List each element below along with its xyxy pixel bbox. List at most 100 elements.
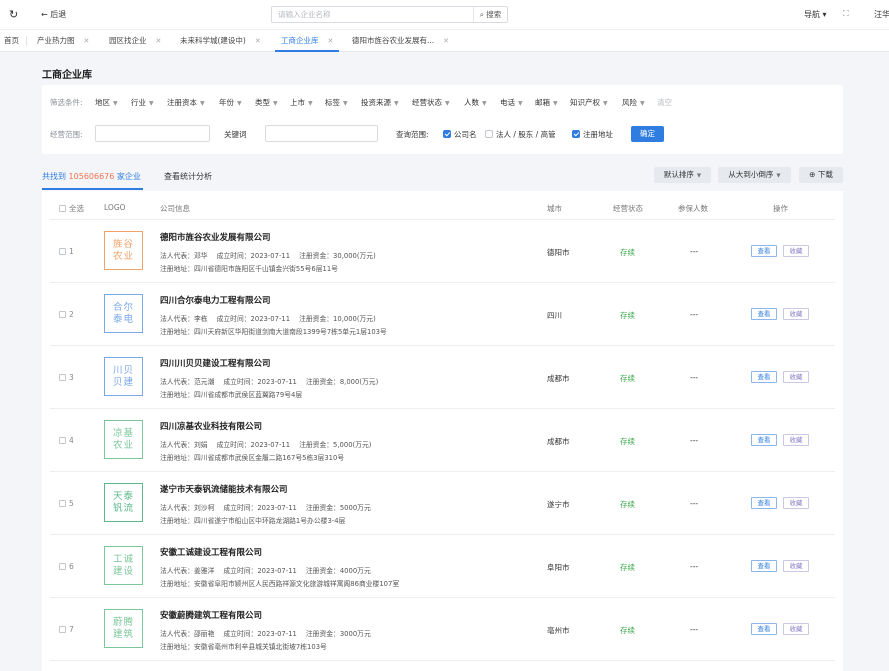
- tab-label: 产业热力图: [37, 36, 75, 45]
- tab-label: 园区找企业: [109, 36, 147, 45]
- caret-down-icon: ▼: [553, 100, 558, 107]
- tab-divider: [26, 36, 27, 46]
- view-button[interactable]: 查看: [751, 308, 777, 320]
- refresh-icon[interactable]: ↻: [9, 8, 18, 21]
- view-button[interactable]: 查看: [751, 623, 777, 635]
- close-icon[interactable]: ✕: [84, 37, 90, 45]
- select-all-checkbox[interactable]: 全选: [59, 203, 84, 214]
- row-checkbox[interactable]: 4: [59, 436, 74, 445]
- filter-year[interactable]: 年份 ▼: [219, 97, 242, 108]
- tab-label: 工商企业库: [281, 36, 319, 45]
- filter-risk[interactable]: 风险 ▼: [622, 97, 645, 108]
- row-checkbox[interactable]: 7: [59, 625, 74, 634]
- nav-menu-button[interactable]: 导航 ▾: [804, 9, 827, 20]
- table-row[interactable]: 7 蔚腾建筑 安徽蔚腾建筑工程有限公司 法人代表：邵丽艳 成立时间：2023-07-11…: [42, 598, 843, 661]
- view-button[interactable]: 查看: [751, 497, 777, 509]
- table-row[interactable]: 3 川贝贝建 四川川贝贝建设工程有限公司 法人代表：范元潮 成立时间：2023-07-1…: [42, 346, 843, 409]
- result-count-tab[interactable]: 共找到 105606676 家企业: [42, 171, 141, 182]
- favorite-button[interactable]: 收藏: [783, 497, 809, 509]
- filter-region[interactable]: 地区 ▼: [95, 97, 118, 108]
- company-logo: 旌谷农业: [104, 231, 143, 270]
- filter-email[interactable]: 邮箱 ▼: [535, 97, 558, 108]
- filter-operating-status[interactable]: 经营状态 ▼: [412, 97, 450, 108]
- favorite-button[interactable]: 收藏: [783, 371, 809, 383]
- view-button[interactable]: 查看: [751, 434, 777, 446]
- keyword-input[interactable]: [265, 125, 378, 142]
- table-row[interactable]: 6 工诚建设 安徽工诚建设工程有限公司 法人代表：姜雅洋 成立时间：2023-07-11…: [42, 535, 843, 598]
- row-checkbox[interactable]: 3: [59, 373, 74, 382]
- fullscreen-icon[interactable]: ⛶: [843, 9, 849, 19]
- filter-headcount[interactable]: 人数 ▼: [464, 97, 487, 108]
- favorite-button[interactable]: 收藏: [783, 245, 809, 257]
- caret-down-icon: ▼: [113, 100, 118, 107]
- filter-panel: 筛选条件: 地区 ▼ 行业 ▼ 注册资本 ▼ 年份 ▼ 类型 ▼ 上市 ▼ 标签 ▼ 投资来源…: [42, 85, 843, 154]
- company-name[interactable]: 四川凉基农业科技有限公司: [160, 420, 262, 432]
- table-row[interactable]: 5 天泰钒流 遂宁市天泰钒流储能技术有限公司 法人代表：刘沙柯 成立时间：2023-07…: [42, 472, 843, 535]
- row-checkbox[interactable]: 2: [59, 310, 74, 319]
- row-checkbox[interactable]: 1: [59, 247, 74, 256]
- close-icon[interactable]: ✕: [328, 37, 334, 45]
- view-button[interactable]: 查看: [751, 371, 777, 383]
- registered-address: 注册地址：安徽省阜阳市颍州区人民西路祥源文化旅游城祥寓阁86商业楼107室: [160, 580, 400, 588]
- filter-chip-label: 电话: [500, 98, 515, 107]
- filter-listed[interactable]: 上市 ▼: [290, 97, 313, 108]
- filter-registered-capital[interactable]: 注册资本 ▼: [167, 97, 205, 108]
- company-name[interactable]: 安徽蔚腾建筑工程有限公司: [160, 609, 262, 621]
- checkbox-unchecked-icon: [485, 130, 493, 138]
- checkbox-label: 公司名: [454, 130, 477, 139]
- filter-ip[interactable]: 知识产权 ▼: [570, 97, 608, 108]
- tab-industry-heatmap[interactable]: 产业热力图 ✕: [37, 30, 89, 52]
- tab-home[interactable]: 首页: [4, 30, 19, 52]
- filter-tags[interactable]: 标签 ▼: [325, 97, 348, 108]
- close-icon[interactable]: ✕: [156, 37, 162, 45]
- filter-investment-source[interactable]: 投资来源 ▼: [361, 97, 399, 108]
- view-button[interactable]: 查看: [751, 560, 777, 572]
- stats-analysis-tab[interactable]: 查看统计分析: [164, 171, 212, 182]
- filter-type[interactable]: 类型 ▼: [255, 97, 278, 108]
- business-scope-input[interactable]: [95, 125, 210, 142]
- tab-company-detail[interactable]: 德阳市旌谷农业发展有... ✕: [352, 30, 449, 52]
- sort-label: 默认排序: [663, 170, 694, 179]
- tab-future-science-city[interactable]: 未来科学城(建设中) ✕: [180, 30, 261, 52]
- table-row[interactable]: 4 凉基农业 四川凉基农业科技有限公司 法人代表：刘娟 成立时间：2023-07-11 注…: [42, 409, 843, 472]
- search-button[interactable]: ⌕ 搜索: [473, 7, 507, 22]
- company-name[interactable]: 四川川贝贝建设工程有限公司: [160, 357, 271, 369]
- close-icon[interactable]: ✕: [443, 37, 449, 45]
- row-checkbox[interactable]: 5: [59, 499, 74, 508]
- scope-legal-shareholder-checkbox[interactable]: 法人 / 股东 / 高管: [485, 129, 556, 140]
- close-icon[interactable]: ✕: [255, 37, 261, 45]
- user-name[interactable]: 汪华: [874, 9, 889, 20]
- favorite-button[interactable]: 收藏: [783, 623, 809, 635]
- caret-down-icon: ▼: [518, 100, 523, 107]
- registered-address: 注册地址：四川省德阳市旌阳区千山镇金兴街55号6层11号: [160, 265, 338, 273]
- table-row[interactable]: 2 合尔泰电 四川合尔泰电力工程有限公司 法人代表：李栋 成立时间：2023-07-11…: [42, 283, 843, 346]
- tab-business-registry[interactable]: 工商企业库 ✕: [274, 30, 340, 52]
- filter-phone[interactable]: 电话 ▼: [500, 97, 523, 108]
- sort-order-dropdown[interactable]: 从大到小倒序 ▼: [718, 167, 791, 183]
- filter-chip-label: 类型: [255, 98, 270, 107]
- filter-chip-label: 风险: [622, 98, 637, 107]
- filter-industry[interactable]: 行业 ▼: [131, 97, 154, 108]
- company-name[interactable]: 四川合尔泰电力工程有限公司: [160, 294, 271, 306]
- scope-company-name-checkbox[interactable]: 公司名: [443, 129, 477, 140]
- company-meta: 法人代表：邓华 成立时间：2023-07-11 注册资金：30,000(万元): [160, 250, 385, 260]
- company-name[interactable]: 德阳市旌谷农业发展有限公司: [160, 231, 271, 243]
- sort-label: 从大到小倒序: [728, 170, 774, 179]
- download-button[interactable]: ⊕ 下载: [799, 167, 843, 183]
- favorite-button[interactable]: 收藏: [783, 434, 809, 446]
- search-input[interactable]: [272, 7, 472, 22]
- tab-park-companies[interactable]: 园区找企业 ✕: [109, 30, 161, 52]
- table-row[interactable]: 1 旌谷农业 德阳市旌谷农业发展有限公司法人代表：邓华 成立时间：2023-07-11…: [42, 220, 843, 283]
- back-button[interactable]: ← 后退: [41, 9, 66, 20]
- view-button[interactable]: 查看: [751, 245, 777, 257]
- favorite-button[interactable]: 收藏: [783, 560, 809, 572]
- registered-capital: 注册资金：30,000(万元): [299, 252, 376, 260]
- clear-filters-button[interactable]: 清空: [657, 97, 672, 108]
- favorite-button[interactable]: 收藏: [783, 308, 809, 320]
- row-checkbox[interactable]: 6: [59, 562, 74, 571]
- company-name[interactable]: 安徽工诚建设工程有限公司: [160, 546, 262, 558]
- company-name[interactable]: 遂宁市天泰钒流储能技术有限公司: [160, 483, 288, 495]
- scope-address-checkbox[interactable]: 注册地址: [572, 129, 613, 140]
- confirm-button[interactable]: 确定: [631, 126, 664, 142]
- sort-default-dropdown[interactable]: 默认排序 ▼: [654, 167, 711, 183]
